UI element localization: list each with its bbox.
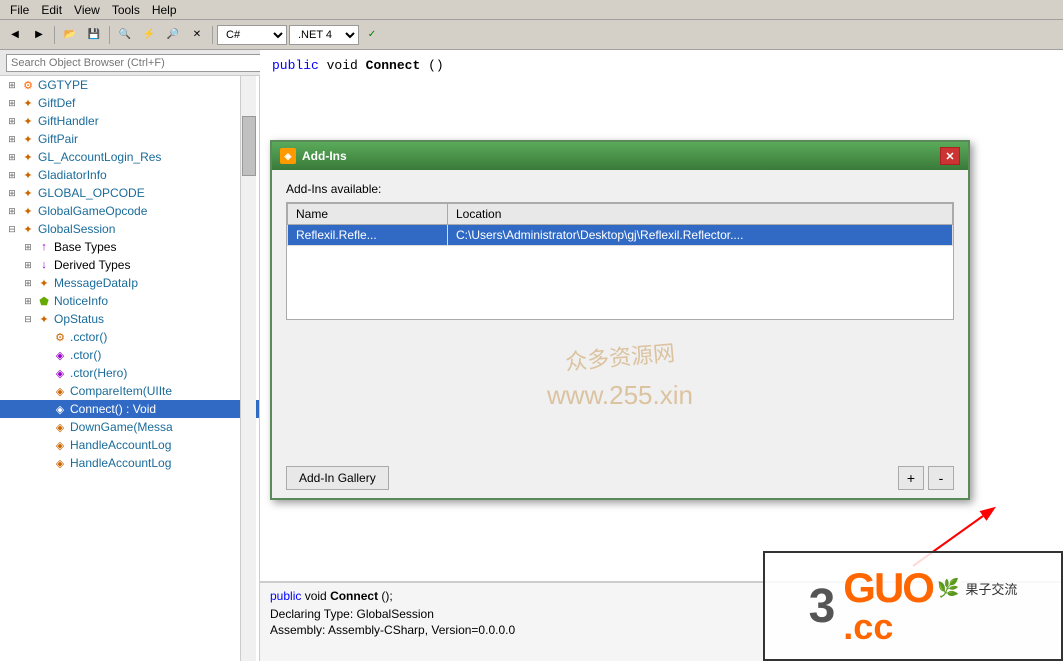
dialog-footer: Add-In Gallery + - (272, 458, 968, 498)
dialog-title-text: Add-Ins (302, 149, 347, 163)
dialog-table: Name Location Reflexil.Refle... C:\Users… (287, 203, 953, 246)
add-in-gallery-button[interactable]: Add-In Gallery (286, 466, 389, 490)
dialog-table-header: Name Location (288, 204, 953, 225)
logo-watermark: 3 GUO 🌿 果子交流 .cc (763, 551, 1063, 661)
logo-brand-container: GUO 🌿 果子交流 .cc (843, 567, 1017, 645)
table-row[interactable]: Reflexil.Refle... C:\Users\Administrator… (288, 225, 953, 246)
dialog-title-icon: ◈ (280, 148, 296, 164)
logo-label: 果子交流 (965, 579, 1017, 598)
dialog-body: Add-Ins available: Name Location Reflexi… (272, 170, 968, 458)
dialog-table-wrapper: Name Location Reflexil.Refle... C:\Users… (286, 202, 954, 320)
dialog-table-body: Reflexil.Refle... C:\Users\Administrator… (288, 225, 953, 246)
logo-number: 3 (809, 579, 836, 634)
logo-cc-text: .cc (843, 609, 893, 645)
watermark-url: www.255.xin (547, 380, 693, 411)
col-header-name[interactable]: Name (288, 204, 448, 225)
add-ins-dialog: ◈ Add-Ins ✕ Add-Ins available: Name Loca… (270, 140, 970, 500)
logo-guo-text: GUO (843, 567, 933, 609)
dialog-empty-area: 众多资源网 www.255.xin (286, 330, 954, 446)
watermark-cn: 众多资源网 (564, 335, 676, 376)
dialog-title-left: ◈ Add-Ins (280, 148, 347, 164)
dialog-titlebar: ◈ Add-Ins ✕ (272, 142, 968, 170)
logo-bottom-row: .cc (843, 609, 893, 645)
cell-location: C:\Users\Administrator\Desktop\gj\Reflex… (448, 225, 953, 246)
cell-name: Reflexil.Refle... (288, 225, 448, 246)
logo-leaf-icon: 🌿 (937, 578, 959, 599)
add-button[interactable]: + (898, 466, 924, 490)
remove-button[interactable]: - (928, 466, 954, 490)
dialog-close-button[interactable]: ✕ (940, 147, 960, 165)
col-header-location[interactable]: Location (448, 204, 953, 225)
dialog-footer-right: + - (898, 466, 954, 490)
logo-top-row: GUO 🌿 果子交流 (843, 567, 1017, 609)
dialog-label: Add-Ins available: (286, 182, 954, 196)
